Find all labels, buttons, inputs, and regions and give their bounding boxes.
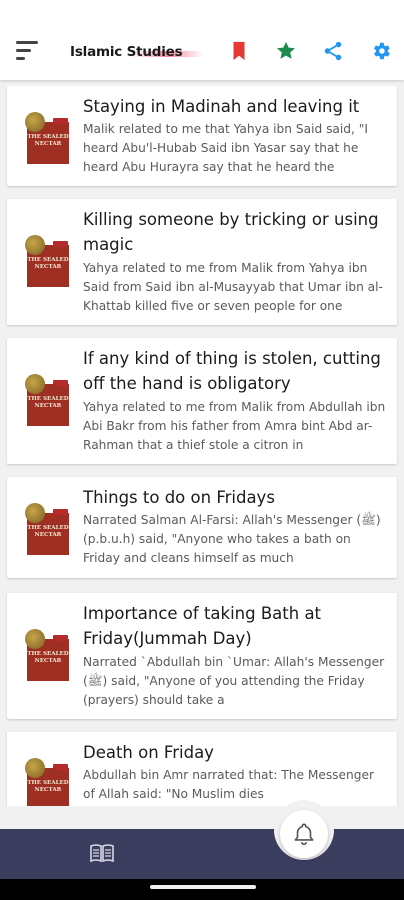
- item-snippet: Abdullah bin Amr narrated that: The Mess…: [83, 768, 374, 801]
- item-title: Death on Friday: [83, 743, 214, 762]
- book-thumbnail: THE SEALED NECTAR: [25, 758, 71, 806]
- list-item[interactable]: THE SEALED NECTAR Killing someone by tri…: [7, 199, 397, 325]
- list-item[interactable]: THE SEALED NECTAR If any kind of thing i…: [7, 338, 397, 464]
- menu-icon[interactable]: [14, 38, 40, 64]
- book-icon[interactable]: [89, 842, 115, 864]
- app-title: Islamic Studies: [70, 44, 206, 60]
- book-thumbnail: THE SEALED NECTAR: [25, 112, 71, 164]
- item-title: Killing someone by tricking or using mag…: [83, 210, 379, 254]
- list-item[interactable]: THE SEALED NECTAR Things to do on Friday…: [7, 477, 397, 578]
- book-thumbnail: THE SEALED NECTAR: [25, 374, 71, 426]
- book-thumbnail: THE SEALED NECTAR: [25, 235, 71, 287]
- bottom-navigation-bar: [0, 829, 404, 879]
- bell-icon: [294, 823, 314, 846]
- share-icon[interactable]: [322, 40, 344, 62]
- list-item[interactable]: THE SEALED NECTAR Staying in Madinah and…: [7, 86, 397, 186]
- top-app-bar: Islamic Studies: [0, 0, 404, 80]
- item-snippet: Yahya related to me from Malik from Abdu…: [83, 400, 386, 452]
- gear-icon[interactable]: [370, 40, 392, 62]
- bookmark-icon[interactable]: [228, 40, 250, 62]
- article-list: THE SEALED NECTAR Staying in Madinah and…: [0, 86, 404, 806]
- list-item[interactable]: THE SEALED NECTAR Death on Friday Abdull…: [7, 732, 397, 806]
- item-title: If any kind of thing is stolen, cutting …: [83, 349, 381, 393]
- item-title: Importance of taking Bath at Friday(Jumm…: [83, 604, 322, 648]
- item-snippet: Malik related to me that Yahya ibn Said …: [83, 122, 368, 174]
- book-thumbnail: THE SEALED NECTAR: [25, 629, 71, 681]
- home-gesture-handle[interactable]: [150, 885, 256, 889]
- system-gesture-area: [0, 879, 404, 900]
- item-title: Things to do on Fridays: [83, 488, 275, 507]
- item-snippet: Narrated `Abdullah bin `Umar: Allah's Me…: [83, 655, 385, 707]
- star-icon[interactable]: [275, 40, 297, 62]
- item-title: Staying in Madinah and leaving it: [83, 97, 360, 116]
- item-snippet: Yahya related to me from Malik from Yahy…: [83, 261, 383, 313]
- book-thumbnail: THE SEALED NECTAR: [25, 503, 71, 555]
- list-item[interactable]: THE SEALED NECTAR Importance of taking B…: [7, 593, 397, 719]
- item-snippet: Narrated Salman Al-Farsi: Allah's Messen…: [83, 513, 381, 565]
- app-screen: Islamic Studies THE SEALED NECTAR Stayin…: [0, 0, 404, 900]
- notifications-button[interactable]: [280, 810, 328, 858]
